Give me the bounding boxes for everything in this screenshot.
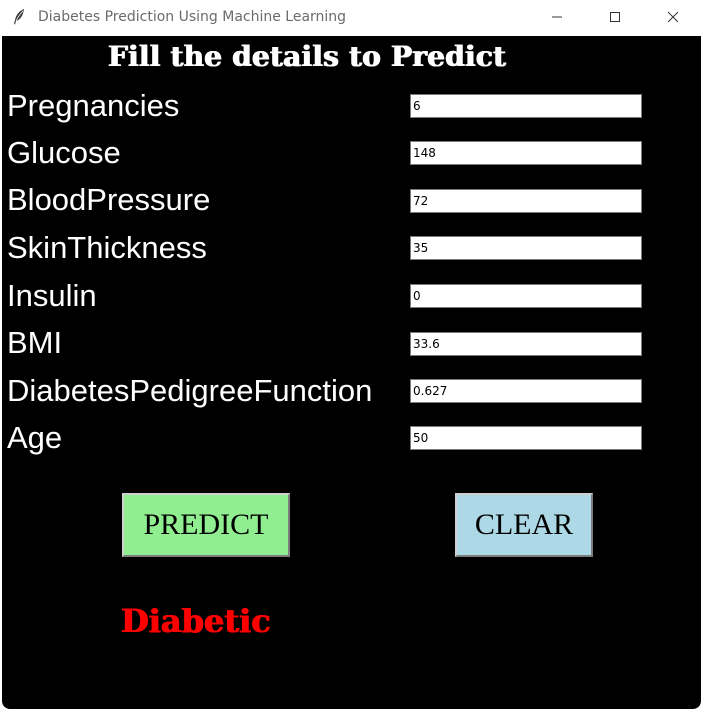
minimize-button[interactable] bbox=[528, 0, 586, 34]
pregnancies-input[interactable] bbox=[410, 94, 642, 118]
age-input[interactable] bbox=[410, 426, 642, 450]
glucose-input[interactable] bbox=[410, 141, 642, 165]
clear-button[interactable]: CLEAR bbox=[455, 493, 593, 557]
glucose-label: Glucose bbox=[7, 135, 121, 170]
app-window: Diabetes Prediction Using Machine Learni… bbox=[0, 0, 703, 709]
close-icon bbox=[667, 8, 679, 27]
insulin-label: Insulin bbox=[7, 278, 97, 313]
title-bar[interactable]: Diabetes Prediction Using Machine Learni… bbox=[0, 0, 703, 36]
skinthickness-input[interactable] bbox=[410, 236, 642, 260]
close-button[interactable] bbox=[644, 0, 702, 34]
maximize-button[interactable] bbox=[586, 0, 644, 34]
feather-icon bbox=[10, 8, 28, 26]
bmi-input[interactable] bbox=[410, 332, 642, 356]
insulin-input[interactable] bbox=[410, 284, 642, 308]
page-title: Fill the details to Predict bbox=[108, 40, 507, 73]
diabetespedigreefunction-label: DiabetesPedigreeFunction bbox=[7, 373, 373, 408]
bmi-label: BMI bbox=[7, 325, 63, 360]
skinthickness-label: SkinThickness bbox=[7, 230, 207, 265]
bloodpressure-input[interactable] bbox=[410, 189, 642, 213]
prediction-result: Diabetic bbox=[121, 602, 271, 640]
maximize-icon bbox=[609, 8, 621, 27]
window-title: Diabetes Prediction Using Machine Learni… bbox=[38, 9, 347, 25]
diabetespedigreefunction-input[interactable] bbox=[410, 379, 642, 403]
form-panel: Fill the details to Predict Pregnancies … bbox=[2, 36, 701, 709]
predict-button[interactable]: PREDICT bbox=[122, 493, 290, 557]
bloodpressure-label: BloodPressure bbox=[7, 182, 211, 217]
age-label: Age bbox=[7, 420, 63, 455]
pregnancies-label: Pregnancies bbox=[7, 88, 180, 123]
minimize-icon bbox=[551, 8, 563, 27]
